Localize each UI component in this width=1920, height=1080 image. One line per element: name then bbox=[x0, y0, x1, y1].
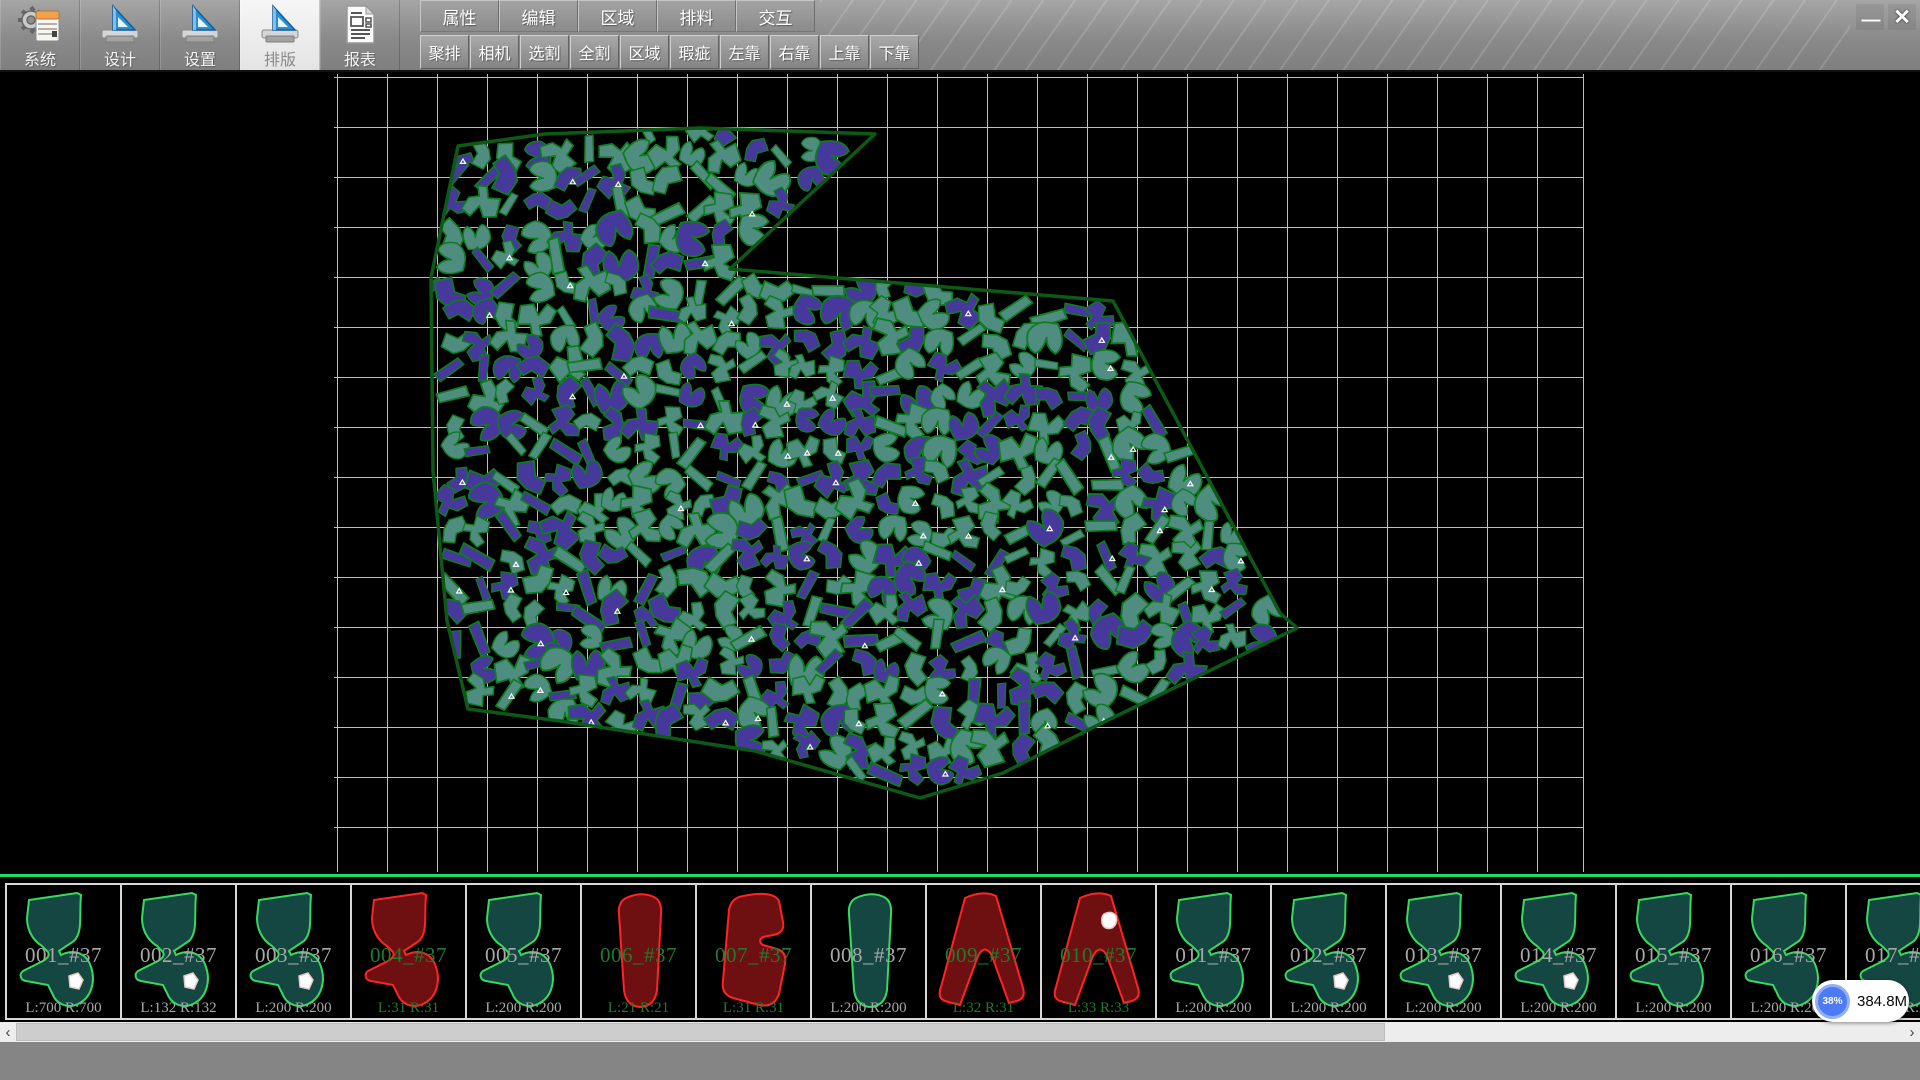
piece-cells: 001_#37L:700 R:700002_#37L:132 R:132003_… bbox=[5, 883, 1920, 1020]
piece-thumbnail-004_#37[interactable]: 004_#37 L:31 R:31 bbox=[350, 883, 467, 1020]
piece-thumbnail-014_#37[interactable]: 014_#37 L:200 R:200 bbox=[1500, 883, 1617, 1020]
piece-name: 013_#37 bbox=[1387, 943, 1500, 968]
window-controls: — ✕ bbox=[1856, 4, 1916, 30]
piece-lr-count: L:200 R:200 bbox=[1387, 1000, 1500, 1017]
piece-lr-count: L:200 R:200 bbox=[1157, 1000, 1270, 1017]
menu-tab-4[interactable]: 排料 bbox=[657, 0, 736, 32]
piece-lr-count: L:21 R:21 bbox=[582, 1000, 695, 1017]
tool-button-2[interactable]: 相机 bbox=[470, 35, 519, 69]
leather-hide-nest[interactable] bbox=[334, 74, 1584, 872]
progress-circle: 38% bbox=[1815, 984, 1850, 1019]
piece-lr-count: L:200 R:200 bbox=[467, 1000, 580, 1017]
tool-button-6[interactable]: 瑕疵 bbox=[670, 35, 719, 69]
nav-button-2[interactable]: 设计 bbox=[80, 0, 160, 70]
piece-lr-count: L:200 R:200 bbox=[237, 1000, 350, 1017]
piece-name: 002_#37 bbox=[122, 943, 235, 968]
piece-thumbnail-010_#37[interactable]: 010_#37 L:33 R:33 bbox=[1040, 883, 1157, 1020]
nav-button-label: 报表 bbox=[344, 46, 376, 70]
piece-thumbnail-015_#37[interactable]: 015_#37 L:200 R:200 bbox=[1615, 883, 1732, 1020]
piece-lr-count: L:200 R:200 bbox=[1617, 1000, 1730, 1017]
piece-lr-count: L:200 R:200 bbox=[1502, 1000, 1615, 1017]
horizontal-scrollbar[interactable]: ‹ › bbox=[0, 1022, 1920, 1042]
piece-name: 004_#37 bbox=[352, 943, 465, 968]
tool-button-9[interactable]: 上靠 bbox=[820, 35, 869, 69]
piece-name: 017_#37 bbox=[1847, 943, 1920, 968]
scroll-left-arrow-icon[interactable]: ‹ bbox=[0, 1022, 16, 1042]
nav-button-3[interactable]: 设置 bbox=[160, 0, 240, 70]
piece-name: 001_#37 bbox=[7, 943, 120, 968]
nesting-app-window: 系统设计设置排版报表 属性编辑区域排料交互 聚排相机选割全割区域瑕疵左靠右靠上靠… bbox=[0, 0, 1920, 1080]
nav-button-5[interactable]: 报表 bbox=[320, 0, 400, 70]
piece-name: 009_#37 bbox=[927, 943, 1040, 968]
tool-button-8[interactable]: 右靠 bbox=[770, 35, 819, 69]
toolbar-hatch-texture bbox=[820, 0, 1850, 70]
menu-tab-3[interactable]: 区域 bbox=[578, 0, 657, 32]
piece-lr-count: L:132 R:132 bbox=[122, 1000, 235, 1017]
piece-lr-count: L:200 R:200 bbox=[1272, 1000, 1385, 1017]
memory-progress-badge[interactable]: 38% 384.8M bbox=[1812, 980, 1909, 1022]
piece-thumbnail-012_#37[interactable]: 012_#37 L:200 R:200 bbox=[1270, 883, 1387, 1020]
menu-tab-2[interactable]: 编辑 bbox=[499, 0, 578, 32]
tool-button-7[interactable]: 左靠 bbox=[720, 35, 769, 69]
nav-button-label: 系统 bbox=[24, 46, 56, 70]
main-toolbar: 系统设计设置排版报表 属性编辑区域排料交互 聚排相机选割全割区域瑕疵左靠右靠上靠… bbox=[0, 0, 1920, 72]
scrollbar-thumb[interactable] bbox=[16, 1023, 1385, 1041]
piece-thumbnail-003_#37[interactable]: 003_#37 L:200 R:200 bbox=[235, 883, 352, 1020]
piece-thumbnail-007_#37[interactable]: 007_#37 L:31 R:31 bbox=[695, 883, 812, 1020]
menu-tab-row: 属性编辑区域排料交互 bbox=[420, 0, 815, 32]
piece-thumbnail-008_#37[interactable]: 008_#37 L:200 R:200 bbox=[810, 883, 927, 1020]
piece-name: 010_#37 bbox=[1042, 943, 1155, 968]
triangle-ruler-icon bbox=[177, 4, 223, 46]
report-document-icon bbox=[339, 4, 381, 46]
tool-button-3[interactable]: 选割 bbox=[520, 35, 569, 69]
scroll-right-arrow-icon[interactable]: › bbox=[1904, 1022, 1920, 1042]
piece-lr-count: L:31 R:31 bbox=[352, 1000, 465, 1017]
nav-button-4[interactable]: 排版 bbox=[240, 0, 320, 70]
piece-lr-count: L:33 R:33 bbox=[1042, 1000, 1155, 1017]
piece-lr-count: L:200 R:200 bbox=[812, 1000, 925, 1017]
piece-name: 006_#37 bbox=[582, 943, 695, 968]
piece-thumbnail-011_#37[interactable]: 011_#37 L:200 R:200 bbox=[1155, 883, 1272, 1020]
piece-name: 008_#37 bbox=[812, 943, 925, 968]
piece-name: 007_#37 bbox=[697, 943, 810, 968]
piece-thumbnail-002_#37[interactable]: 002_#37 L:132 R:132 bbox=[120, 883, 237, 1020]
piece-lr-count: L:31 R:31 bbox=[697, 1000, 810, 1017]
piece-name: 003_#37 bbox=[237, 943, 350, 968]
minimize-button[interactable]: — bbox=[1856, 4, 1884, 30]
menu-tab-5[interactable]: 交互 bbox=[736, 0, 815, 32]
piece-thumbnail-005_#37[interactable]: 005_#37 L:200 R:200 bbox=[465, 883, 582, 1020]
nav-button-label: 排版 bbox=[264, 46, 296, 70]
memory-size-label: 384.8M bbox=[1857, 993, 1907, 1010]
piece-thumbnail-006_#37[interactable]: 006_#37 L:21 R:21 bbox=[580, 883, 697, 1020]
piece-lr-count: L:700 R:700 bbox=[7, 1000, 120, 1017]
tool-button-10[interactable]: 下靠 bbox=[870, 35, 919, 69]
tool-button-1[interactable]: 聚排 bbox=[420, 35, 469, 69]
triangle-ruler-icon bbox=[97, 4, 143, 46]
menu-tab-1[interactable]: 属性 bbox=[420, 0, 499, 32]
piece-thumbnail-009_#37[interactable]: 009_#37 L:32 R:31 bbox=[925, 883, 1042, 1020]
nav-button-label: 设计 bbox=[104, 46, 136, 70]
piece-name: 014_#37 bbox=[1502, 943, 1615, 968]
bottom-status-bar bbox=[0, 1042, 1920, 1080]
piece-name: 016_#37 bbox=[1732, 943, 1845, 968]
triangle-ruler-icon bbox=[257, 4, 303, 46]
nav-button-1[interactable]: 系统 bbox=[0, 0, 80, 70]
tool-button-4[interactable]: 全割 bbox=[570, 35, 619, 69]
main-nav: 系统 设计 设置 排版 报表 bbox=[0, 0, 400, 70]
piece-name: 012_#37 bbox=[1272, 943, 1385, 968]
nav-button-label: 设置 bbox=[184, 46, 216, 70]
piece-name: 015_#37 bbox=[1617, 943, 1730, 968]
nesting-canvas-area[interactable] bbox=[0, 74, 1920, 872]
piece-name: 005_#37 bbox=[467, 943, 580, 968]
close-button[interactable]: ✕ bbox=[1888, 4, 1916, 30]
piece-thumbnail-001_#37[interactable]: 001_#37 L:700 R:700 bbox=[5, 883, 122, 1020]
piece-thumbnail-strip: 001_#37L:700 R:700002_#37L:132 R:132003_… bbox=[0, 872, 1920, 1022]
system-gear-notebook-icon bbox=[17, 4, 63, 46]
piece-lr-count: L:32 R:31 bbox=[927, 1000, 1040, 1017]
tool-button-5[interactable]: 区域 bbox=[620, 35, 669, 69]
tool-button-row: 聚排相机选割全割区域瑕疵左靠右靠上靠下靠 bbox=[420, 35, 920, 69]
piece-name: 011_#37 bbox=[1157, 943, 1270, 968]
strip-top-border bbox=[0, 874, 1920, 877]
piece-thumbnail-013_#37[interactable]: 013_#37 L:200 R:200 bbox=[1385, 883, 1502, 1020]
